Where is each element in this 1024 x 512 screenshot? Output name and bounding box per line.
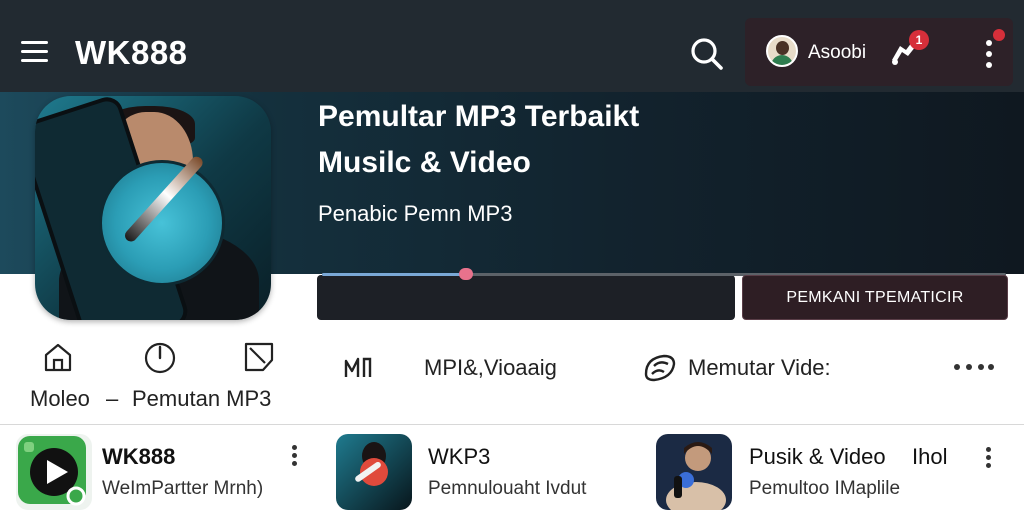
video-play-icon[interactable] [642, 352, 678, 384]
equalizer-icon[interactable] [344, 355, 374, 381]
home-icon[interactable] [42, 341, 74, 373]
list-item-subtitle: Pemultoo IMaplile [749, 478, 901, 499]
hero-title-line-1: Pemultar MP3 Terbaikt [318, 100, 640, 133]
list-item-title[interactable]: WK888 [102, 444, 175, 470]
more-badge [993, 29, 1005, 41]
singer-red-mic-thumbnail[interactable] [336, 434, 412, 510]
clock-icon[interactable] [143, 341, 177, 375]
progress-thumb[interactable] [458, 268, 473, 280]
tool-label[interactable]: MPI&,Vioaaig [424, 355, 557, 381]
app-title: WK888 [75, 34, 188, 71]
progress-fill [322, 273, 466, 276]
picture-icon[interactable] [243, 340, 275, 374]
divider [0, 424, 1024, 425]
nav-separator: – [106, 386, 119, 411]
hero-title: Pemultar MP3 Terbaikt Musilc & Video [318, 94, 639, 186]
nav-item-mp3[interactable]: Pemutan MP3 [132, 386, 271, 412]
search-icon[interactable] [688, 36, 726, 72]
more-vertical-icon[interactable] [982, 38, 996, 70]
menu-icon[interactable] [21, 41, 48, 63]
list-item-subtitle: WeImPartter Mrnh) [102, 478, 264, 499]
green-play-app-icon[interactable] [16, 434, 92, 510]
account-name[interactable]: Asoobi [808, 42, 866, 64]
video-label[interactable]: Memutar Vide: [688, 355, 831, 381]
more-vertical-icon[interactable] [290, 445, 300, 471]
avatar[interactable] [766, 35, 798, 67]
list-item-extra: Ihol [912, 444, 948, 469]
nav-item-home[interactable]: Moleo [30, 386, 90, 412]
player-panel[interactable] [317, 275, 735, 320]
list-item-subtitle: Pemnulouaht Ivdut [428, 478, 587, 499]
hero-title-line-2: Musilc & Video [318, 146, 531, 179]
list-item-title[interactable]: WKP3 [428, 444, 490, 470]
notification-badge: 1 [909, 30, 929, 50]
album-artwork[interactable] [35, 96, 271, 320]
list-item-title[interactable]: Pusik & Video [749, 444, 886, 470]
more-horizontal-icon[interactable] [952, 361, 994, 373]
singer-blue-light-thumbnail[interactable] [656, 434, 732, 510]
action-button[interactable]: PEMKANI TPEMATICIR [742, 275, 1008, 320]
hero-subtitle: Penabic Pemn MP3 [318, 201, 513, 226]
more-vertical-icon[interactable] [984, 447, 994, 473]
